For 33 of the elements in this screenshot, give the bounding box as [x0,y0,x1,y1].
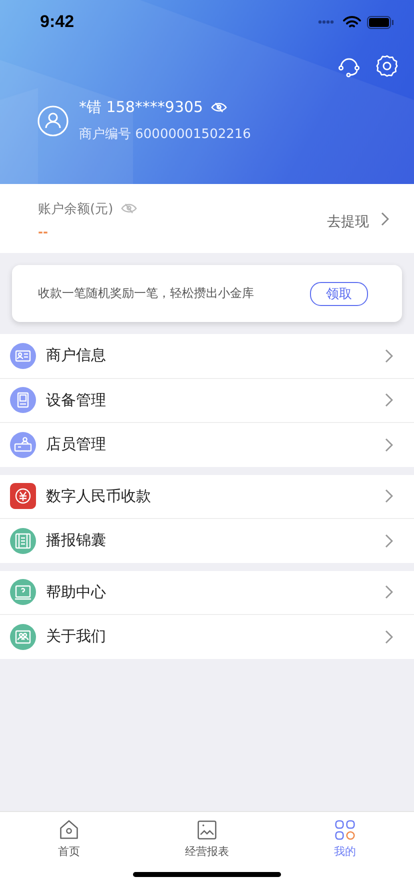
promo-text: 收款一笔随机奖励一笔，轻松攒出小金库 [38,285,254,302]
merchant-number: 商户编号 60000001502216 [79,126,251,143]
menu-item[interactable]: 播报锦囊 [0,519,414,562]
chevron-icon [385,585,393,600]
tab[interactable]: 经营报表 [138,812,276,864]
menu-item[interactable]: 店员管理 [0,423,414,466]
balance-amount: -- [38,226,49,238]
image-icon [196,819,218,841]
menu-item[interactable]: 关于我们 [0,615,414,658]
menu-item[interactable]: 帮助中心 [0,570,414,615]
chevron-icon [385,393,393,408]
chevron-icon [385,534,393,548]
chevron-icon [385,630,393,644]
grid-icon [334,819,356,841]
menu-item[interactable]: 设备管理 [0,378,414,423]
chevron-icon [385,348,393,363]
balance-label: 账户余额(元) [38,200,114,218]
chevron-icon [385,489,393,504]
menu-item[interactable]: 商户信息 [0,334,414,378]
menu-item[interactable]: 数字人民币收款 [0,474,414,519]
avatar-icon [37,104,69,136]
user-name: *错 158****9305 [79,98,204,117]
settings-icon[interactable] [375,54,399,78]
chevron-icon [385,438,393,452]
claim-button[interactable]: 领取 [310,282,368,306]
status-time: 9:42 [40,12,76,32]
battery-icon [367,16,394,28]
home-icon [58,819,80,841]
chevron-icon [381,212,389,226]
withdraw-link[interactable]: 去提现 [327,206,369,230]
wifi-icon [343,16,361,28]
tab[interactable]: 首页 [0,812,138,864]
tab[interactable]: 我的 [276,812,414,864]
